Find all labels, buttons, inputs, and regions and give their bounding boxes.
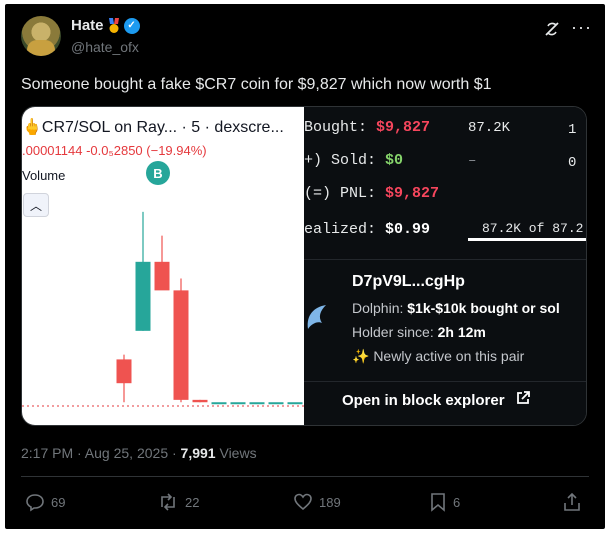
bookmark-icon: [431, 493, 445, 512]
divider: [304, 259, 586, 260]
dolphin-icon: [304, 303, 328, 333]
reply-count: 69: [51, 494, 66, 510]
buy-marker-label: B: [153, 166, 162, 181]
share-icon: [564, 492, 580, 511]
pnl-row: (=) PNL: $9,827: [304, 185, 439, 202]
holding-progress-bar: [468, 238, 586, 241]
tweet-text: Someone bought a fake $CR7 coin for $9,8…: [21, 76, 492, 93]
open-explorer-link[interactable]: Open in block explorer: [342, 390, 531, 410]
bookmark-button[interactable]: 6: [429, 492, 460, 512]
holder-since: Holder since: 2h 12m: [352, 324, 486, 340]
views-count: 7,991: [180, 445, 216, 461]
candle-body: [173, 290, 189, 400]
reply-button[interactable]: 69: [25, 492, 65, 512]
sold-row: +) Sold: $0: [304, 152, 403, 169]
repost-icon: [161, 493, 175, 511]
wallet-tier-value: $1k-$10k bought or sol: [407, 300, 560, 316]
divider: [304, 381, 586, 382]
candle: [230, 402, 246, 405]
candle: [287, 402, 303, 405]
wallet-address[interactable]: D7pV9L...cgHp: [352, 273, 465, 291]
wallet-tier: Dolphin: $1k-$10k bought or sol: [352, 300, 560, 316]
candle-body: [135, 261, 151, 331]
candle-body: [116, 359, 132, 384]
price-line: .00001144 -0.0₅2850 (−19.94%): [22, 143, 207, 158]
like-button[interactable]: 189: [293, 492, 341, 512]
hand-icon: 🖕: [22, 119, 42, 136]
tweet-timestamp[interactable]: 2:17 PM · Aug 25, 2025 ·: [21, 445, 181, 461]
verified-badge-icon: ✓: [123, 17, 140, 34]
position-panel: Bought: $9,827 87.2K 1 t +) Sold: $0 – 0…: [304, 107, 586, 425]
candle: [249, 402, 265, 405]
tweet-media[interactable]: B 🖕CR7/SOL on Ray... · 5 · dexscre... .0…: [21, 106, 587, 426]
sold-tx: 0 t: [568, 155, 586, 171]
pnl-label: (=) PNL:: [304, 185, 377, 202]
divider: [21, 476, 589, 477]
external-link-icon: [515, 390, 531, 410]
grok-icon[interactable]: [543, 20, 561, 43]
share-button[interactable]: [562, 492, 582, 512]
holder-since-label: Holder since:: [352, 324, 434, 340]
holding-progress-fill: [468, 238, 586, 241]
author-name[interactable]: Hate: [71, 17, 104, 34]
action-bar: 69 22 189 6: [5, 492, 605, 516]
tweet-card: Hate ✓ @hate_ofx ··· Someone bought a fa…: [5, 4, 605, 529]
bought-tx: 1 t: [568, 122, 586, 138]
candle-body: [211, 402, 227, 405]
pair-title: 🖕CR7/SOL on Ray... · 5 · dexscre...: [22, 117, 284, 137]
bought-value: $9,827: [376, 119, 431, 136]
bought-qty: 87.2K: [468, 120, 511, 136]
heart-icon: [294, 493, 312, 511]
bookmark-count: 6: [453, 494, 461, 510]
candle-body: [230, 402, 246, 405]
tweet-meta: 2:17 PM · Aug 25, 2025 · 7,991 Views: [21, 445, 257, 461]
author-name-row: Hate ✓: [71, 17, 140, 34]
candle-body: [287, 402, 303, 405]
pair-title-text: CR7/SOL on Ray... · 5 · dexscre...: [41, 119, 284, 136]
sold-value: $0: [385, 152, 404, 169]
candle: [116, 354, 132, 403]
holding-progress-text: 87.2K of 87.2: [482, 221, 584, 236]
chart-panel: B 🖕CR7/SOL on Ray... · 5 · dexscre... .0…: [22, 107, 304, 425]
candle: [135, 211, 151, 331]
medal-icon: [108, 17, 120, 34]
reply-icon: [26, 494, 44, 512]
pnl-value: $9,827: [385, 185, 440, 202]
holder-since-value: 2h 12m: [437, 324, 486, 340]
like-count: 189: [319, 494, 341, 510]
candle: [211, 402, 227, 405]
unrealized-value: $0.99: [385, 221, 431, 238]
views-label: Views: [215, 445, 257, 461]
screenshot-frame: Hate ✓ @hate_ofx ··· Someone bought a fa…: [0, 0, 610, 534]
collapse-button[interactable]: ︿: [23, 193, 49, 217]
candle-body: [154, 261, 170, 291]
unrealized-row: ealized: $0.99: [304, 221, 430, 238]
newly-active-note: ✨ Newly active on this pair: [352, 348, 525, 364]
chevron-up-icon: ︿: [29, 198, 42, 213]
avatar[interactable]: [21, 16, 61, 56]
candle: [268, 402, 284, 405]
more-options-icon[interactable]: ···: [571, 17, 592, 38]
bought-label: Bought:: [304, 119, 368, 136]
sold-qty: –: [468, 153, 477, 169]
sold-label: +) Sold:: [304, 152, 377, 169]
candle: [154, 235, 170, 291]
candle-body: [249, 402, 265, 405]
bought-row: Bought: $9,827: [304, 119, 430, 136]
open-explorer-label: Open in block explorer: [342, 391, 505, 409]
repost-button[interactable]: 22: [157, 492, 199, 512]
candle: [192, 399, 208, 403]
candle: [173, 278, 189, 403]
volume-label: Volume: [22, 168, 66, 183]
candle-body: [192, 399, 208, 403]
unrealized-label: ealized:: [304, 221, 377, 238]
avatar-figure: [27, 40, 55, 56]
author-handle[interactable]: @hate_ofx: [71, 39, 139, 55]
repost-count: 22: [185, 494, 200, 510]
wallet-tier-label: Dolphin:: [352, 300, 404, 316]
candle-body: [268, 402, 284, 405]
